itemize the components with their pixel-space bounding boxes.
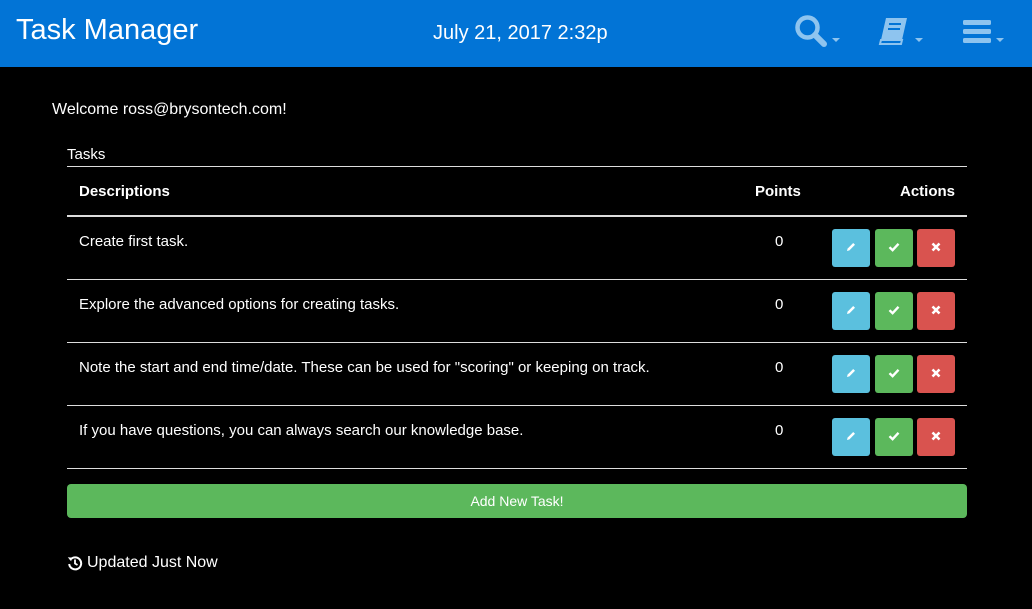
edit-task-button[interactable] xyxy=(832,418,870,456)
check-icon xyxy=(888,429,900,446)
x-icon xyxy=(930,240,942,257)
check-icon xyxy=(888,366,900,383)
pencil-icon xyxy=(845,240,857,257)
table-row: If you have questions, you can always se… xyxy=(67,406,967,469)
pencil-icon xyxy=(845,429,857,446)
check-icon xyxy=(888,240,900,257)
top-navbar: Task Manager July 21, 2017 2:32p xyxy=(0,0,1032,67)
table-row: Create first task. 0 xyxy=(67,217,967,280)
x-icon xyxy=(930,429,942,446)
task-description: Note the start and end time/date. These … xyxy=(79,359,650,376)
update-status: Updated Just Now xyxy=(67,554,218,572)
table-row: Explore the advanced options for creatin… xyxy=(67,280,967,343)
task-points: 0 xyxy=(775,422,784,439)
column-header-descriptions: Descriptions xyxy=(79,183,170,200)
task-points: 0 xyxy=(775,296,784,313)
tasks-table: Descriptions Points Actions Create first… xyxy=(67,166,967,469)
x-icon xyxy=(930,303,942,320)
welcome-message: Welcome ross@brysontech.com! xyxy=(52,101,287,118)
complete-task-button[interactable] xyxy=(875,355,913,393)
complete-task-button[interactable] xyxy=(875,418,913,456)
pencil-icon xyxy=(845,303,857,320)
search-dropdown[interactable] xyxy=(794,14,840,53)
hamburger-menu-icon xyxy=(962,14,992,53)
task-points: 0 xyxy=(775,359,784,376)
delete-task-button[interactable] xyxy=(917,418,955,456)
task-description: If you have questions, you can always se… xyxy=(79,422,524,439)
x-icon xyxy=(930,366,942,383)
search-icon xyxy=(794,14,828,53)
edit-task-button[interactable] xyxy=(832,355,870,393)
table-row: Note the start and end time/date. These … xyxy=(67,343,967,406)
add-new-task-button[interactable]: Add New Task! xyxy=(67,484,967,518)
tasks-table-caption: Tasks xyxy=(67,146,106,163)
delete-task-button[interactable] xyxy=(917,292,955,330)
knowledge-base-dropdown[interactable] xyxy=(877,16,923,50)
task-points: 0 xyxy=(775,233,784,250)
update-status-text: Updated Just Now xyxy=(87,554,218,571)
table-header-row: Descriptions Points Actions xyxy=(67,167,967,217)
task-description: Explore the advanced options for creatin… xyxy=(79,296,400,313)
chevron-down-icon xyxy=(915,38,923,42)
book-icon xyxy=(877,14,911,53)
delete-task-button[interactable] xyxy=(917,355,955,393)
check-icon xyxy=(888,303,900,320)
chevron-down-icon xyxy=(832,38,840,42)
task-description: Create first task. xyxy=(79,233,189,250)
chevron-down-icon xyxy=(996,38,1004,42)
current-datetime: July 21, 2017 2:32p xyxy=(433,22,608,44)
main-menu-dropdown[interactable] xyxy=(962,16,1004,50)
edit-task-button[interactable] xyxy=(832,292,870,330)
app-title[interactable]: Task Manager xyxy=(16,14,198,47)
history-icon xyxy=(67,556,83,571)
complete-task-button[interactable] xyxy=(875,229,913,267)
pencil-icon xyxy=(845,366,857,383)
complete-task-button[interactable] xyxy=(875,292,913,330)
column-header-points: Points xyxy=(755,183,801,200)
column-header-actions: Actions xyxy=(899,183,955,200)
edit-task-button[interactable] xyxy=(832,229,870,267)
delete-task-button[interactable] xyxy=(917,229,955,267)
